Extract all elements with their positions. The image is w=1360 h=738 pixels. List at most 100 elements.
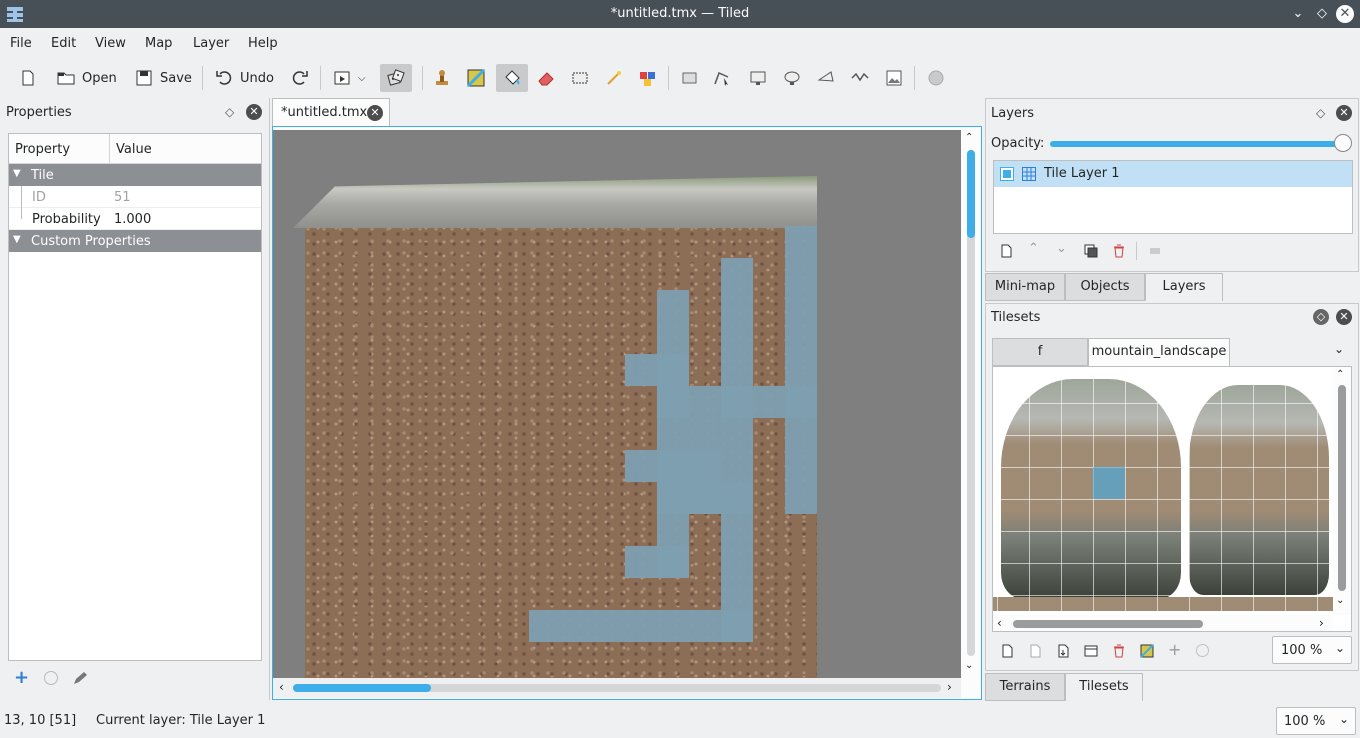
map-zoom-select[interactable]: 100 % ⌄ <box>1276 707 1356 735</box>
chevron-down-icon[interactable]: ⌵ <box>358 73 366 84</box>
new-tileset-icon[interactable] <box>1000 644 1014 658</box>
opacity-label: Opacity: <box>991 136 1045 151</box>
insert-polyline-button[interactable] <box>850 64 870 92</box>
tileset-list-dropdown-icon[interactable]: ⌄ <box>1334 342 1344 356</box>
scroll-thumb[interactable] <box>1013 620 1203 628</box>
tab-terrains[interactable]: Terrains <box>985 673 1065 701</box>
bucket-fill-button[interactable] <box>496 64 528 92</box>
layer-properties-icon[interactable] <box>1148 244 1162 258</box>
scroll-left-icon[interactable]: ‹ <box>279 680 284 694</box>
scroll-down-icon[interactable]: ⌄ <box>1336 595 1344 606</box>
edit-terrain-icon[interactable] <box>1140 644 1154 658</box>
map-canvas[interactable] <box>273 130 961 678</box>
select-same-tile-button[interactable] <box>638 64 658 92</box>
rect-select-button[interactable] <box>570 64 590 92</box>
keep-above-icon[interactable]: ◇ <box>1312 4 1332 24</box>
redo-button[interactable] <box>290 64 310 92</box>
scroll-up-icon[interactable]: ⌃ <box>965 132 973 143</box>
stamp-brush-button[interactable] <box>432 64 452 92</box>
selected-tile[interactable] <box>1093 467 1125 499</box>
menu-map[interactable]: Map <box>145 36 172 51</box>
select-objects-button[interactable] <box>680 64 700 92</box>
raise-layer-icon[interactable]: ⌃ <box>1028 241 1039 256</box>
scroll-up-icon[interactable]: ⌃ <box>1336 369 1344 380</box>
close-panel-button[interactable]: ✕ <box>1336 309 1352 325</box>
new-button[interactable] <box>18 64 38 92</box>
scroll-thumb[interactable] <box>967 150 975 238</box>
dice-button[interactable] <box>380 64 412 92</box>
magic-wand-button[interactable] <box>604 64 624 92</box>
layer-visibility-checkbox[interactable] <box>1000 167 1014 181</box>
menu-view[interactable]: View <box>95 36 126 51</box>
close-window-button[interactable]: ✕ <box>1336 5 1354 23</box>
delete-layer-icon[interactable] <box>1112 244 1126 258</box>
eraser-button[interactable] <box>536 64 556 92</box>
undo-button[interactable]: Undo <box>214 64 274 92</box>
terrain-brush-button[interactable] <box>466 64 486 92</box>
column-header-property[interactable]: Property <box>15 142 70 157</box>
layer-row[interactable]: Tile Layer 1 <box>994 161 1352 187</box>
property-row-probability[interactable]: Probability 1.000 <box>9 208 261 230</box>
opacity-slider[interactable] <box>1050 141 1344 147</box>
insert-polygon-button[interactable] <box>816 64 836 92</box>
float-panel-icon[interactable]: ◇ <box>225 106 237 118</box>
world-tool-button[interactable] <box>926 64 946 92</box>
scroll-right-icon[interactable]: › <box>1319 616 1324 630</box>
edit-polygons-button[interactable] <box>712 64 732 92</box>
open-button[interactable]: Open <box>56 64 117 92</box>
tab-untitled-tmx[interactable]: *untitled.tmx ✕ <box>272 98 390 126</box>
remove-property-icon[interactable] <box>44 671 58 685</box>
scroll-thumb[interactable] <box>1338 385 1346 591</box>
tab-layers[interactable]: Layers <box>1145 273 1223 301</box>
close-panel-button[interactable]: ✕ <box>246 104 262 120</box>
tileset-properties-icon[interactable] <box>1084 644 1098 658</box>
map-horizontal-scrollbar[interactable]: ‹ › <box>273 678 961 698</box>
tab-tilesets[interactable]: Tilesets <box>1065 673 1143 701</box>
menu-edit[interactable]: Edit <box>51 36 76 51</box>
save-button[interactable]: Save <box>134 64 192 92</box>
close-panel-button[interactable]: ✕ <box>1336 105 1352 121</box>
rename-property-icon[interactable] <box>72 670 88 686</box>
group-row-custom-properties[interactable]: ▼ Custom Properties <box>9 230 261 252</box>
menu-help[interactable]: Help <box>248 36 278 51</box>
float-panel-icon[interactable]: ◇ <box>1313 309 1329 325</box>
remove-tiles-icon[interactable] <box>1196 644 1209 657</box>
tab-mini-map[interactable]: Mini-map <box>985 273 1065 301</box>
lower-layer-icon[interactable]: ⌄ <box>1056 241 1067 256</box>
insert-rectangle-button[interactable] <box>748 64 768 92</box>
tileset-view[interactable]: ⌃ ⌄ ‹ › <box>992 366 1352 632</box>
menu-layer[interactable]: Layer <box>193 36 229 51</box>
menu-file[interactable]: File <box>10 36 32 51</box>
remove-tileset-icon[interactable] <box>1112 644 1126 658</box>
tileset-vertical-scrollbar[interactable]: ⌃ ⌄ <box>1333 367 1351 615</box>
group-row-tile[interactable]: ▼ Tile <box>9 164 261 186</box>
float-panel-icon[interactable]: ◇ <box>1316 107 1328 119</box>
property-value-probability[interactable]: 1.000 <box>114 212 151 227</box>
collapse-arrow-icon[interactable]: ▼ <box>13 234 21 245</box>
tileset-horizontal-scrollbar[interactable]: ‹ › <box>993 615 1333 631</box>
column-header-value[interactable]: Value <box>116 142 152 157</box>
add-tiles-icon[interactable]: + <box>1168 640 1181 659</box>
minimize-icon[interactable]: ⌄ <box>1288 4 1308 24</box>
tab-objects[interactable]: Objects <box>1065 273 1145 301</box>
scroll-thumb[interactable] <box>293 684 431 692</box>
insert-ellipse-button[interactable] <box>782 64 802 92</box>
tileset-zoom-select[interactable]: 100 % ⌄ <box>1272 636 1352 664</box>
export-tileset-icon[interactable] <box>1056 644 1070 658</box>
new-layer-icon[interactable] <box>999 244 1013 258</box>
map-vertical-scrollbar[interactable]: ⌃ ⌄ <box>961 130 981 678</box>
close-tab-button[interactable]: ✕ <box>367 105 383 121</box>
add-property-button[interactable]: + <box>14 669 32 688</box>
tileset-tab-f[interactable]: f <box>992 338 1088 366</box>
property-row-id[interactable]: ID 51 <box>9 186 261 208</box>
opacity-slider-handle[interactable] <box>1334 134 1352 152</box>
scroll-left-icon[interactable]: ‹ <box>997 616 1002 630</box>
tileset-tab-mountain-landscape[interactable]: mountain_landscape <box>1088 338 1230 366</box>
insert-tile-button[interactable] <box>884 64 904 92</box>
import-tileset-icon[interactable] <box>1028 644 1042 658</box>
duplicate-layer-icon[interactable] <box>1084 244 1098 258</box>
collapse-arrow-icon[interactable]: ▼ <box>13 168 21 179</box>
scroll-down-icon[interactable]: ⌄ <box>965 660 973 671</box>
scroll-right-icon[interactable]: › <box>947 680 952 694</box>
random-mode-button[interactable]: ⌵ <box>332 64 366 92</box>
